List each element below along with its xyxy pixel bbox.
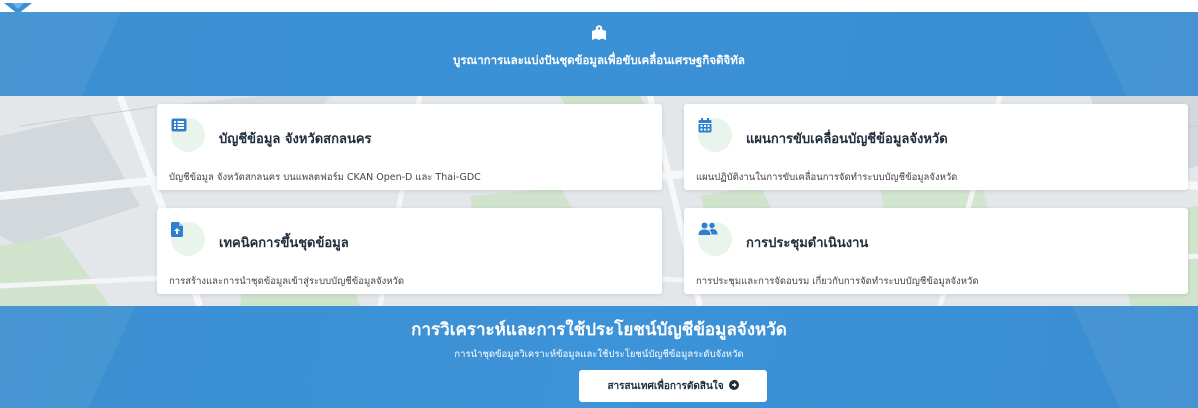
map-background: บัญชีข้อมูล จังหวัดสกลนคร บัญชีข้อมูล จั… xyxy=(0,96,1198,306)
card-icon-circle xyxy=(171,118,205,152)
card-icon-circle xyxy=(698,118,732,152)
card-title: เทคนิคการขึ้นชุดข้อมูล xyxy=(219,236,349,251)
card-title: แผนการขับเคลื่อนบัญชีข้อมูลจังหวัด xyxy=(746,132,948,147)
card-icon-circle xyxy=(698,222,732,256)
card-description: การสร้างและการนำชุดข้อมูลเข้าสู่ระบบบัญช… xyxy=(169,276,404,287)
card-title: บัญชีข้อมูล จังหวัดสกลนคร xyxy=(219,132,372,147)
card-drive-plan[interactable]: แผนการขับเคลื่อนบัญชีข้อมูลจังหวัด แผนปฏ… xyxy=(684,104,1188,190)
card-description: แผนปฏิบัติงานในการขับเคลื่อนการจัดทำระบบ… xyxy=(696,172,958,183)
card-description: การประชุมและการจัดอบรม เกี่ยวกับการจัดทำ… xyxy=(696,276,979,287)
card-icon-circle xyxy=(171,222,205,256)
site-logo[interactable] xyxy=(0,0,36,12)
card-meetings[interactable]: การประชุมดำเนินงาน การประชุมและการจัดอบร… xyxy=(684,208,1188,294)
arrow-circle-right-icon xyxy=(728,379,739,393)
banner-title: บูรณาการและแบ่งปันชุดข้อมูลเพื่อขับเคลื่… xyxy=(453,53,745,67)
map-marked-icon xyxy=(590,24,608,42)
analysis-banner: การวิเคราะห์และการใช้ประโยชน์บัญชีข้อมูล… xyxy=(0,306,1198,408)
card-upload-technique[interactable]: เทคนิคการขึ้นชุดข้อมูล การสร้างและการนำช… xyxy=(157,208,662,294)
card-data-catalog[interactable]: บัญชีข้อมูล จังหวัดสกลนคร บัญชีข้อมูล จั… xyxy=(157,104,662,190)
card-title: การประชุมดำเนินงาน xyxy=(746,236,869,251)
header-banner: บูรณาการและแบ่งปันชุดข้อมูลเพื่อขับเคลื่… xyxy=(0,12,1198,96)
analysis-title: การวิเคราะห์และการใช้ประโยชน์บัญชีข้อมูล… xyxy=(411,320,787,340)
card-description: บัญชีข้อมูล จังหวัดสกลนคร บนแพลตฟอร์ม CK… xyxy=(169,172,481,183)
analysis-subtitle: การนำชุดข้อมูลวิเคราะห์ข้อมูลและใช้ประโย… xyxy=(454,349,744,360)
decision-info-button[interactable]: สารสนเทศเพื่อการตัดสินใจ xyxy=(579,370,767,402)
button-label: สารสนเทศเพื่อการตัดสินใจ xyxy=(607,380,724,392)
